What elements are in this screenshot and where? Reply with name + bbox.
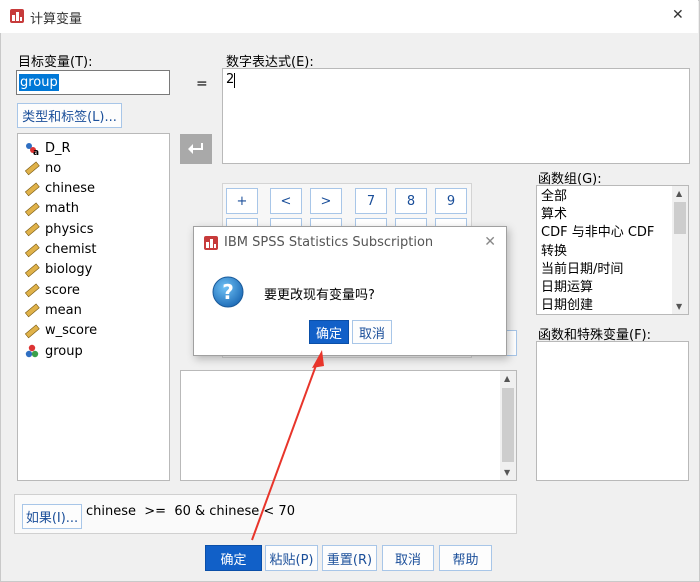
annotation-arrow — [251, 350, 324, 541]
